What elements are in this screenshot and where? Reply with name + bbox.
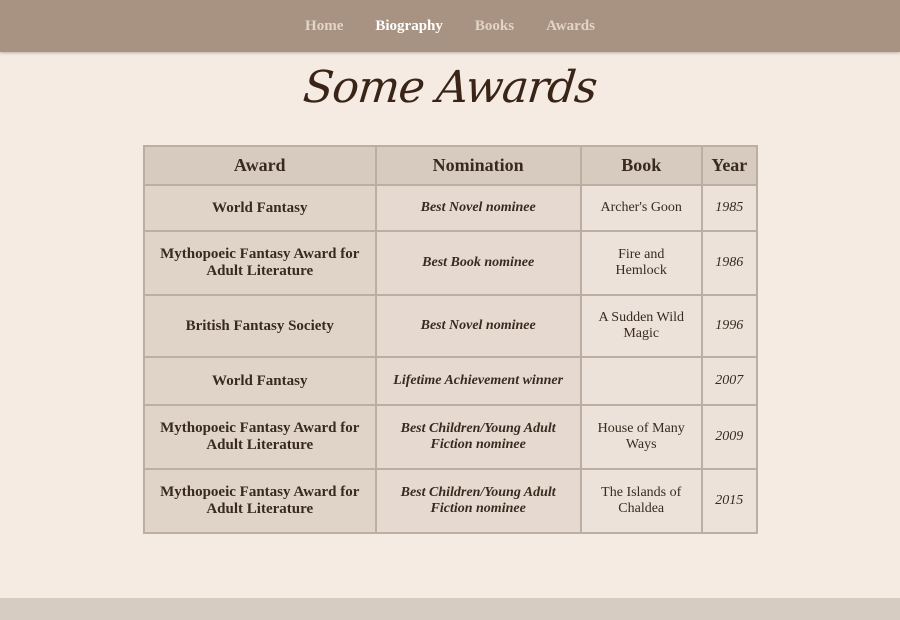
award-cell: Mythopoeic Fantasy Award for Adult Liter… xyxy=(144,231,376,295)
year-cell: 2009 xyxy=(701,405,757,469)
nav-link-biography[interactable]: Biography xyxy=(375,18,443,34)
year-cell: 1985 xyxy=(701,185,757,231)
nomination-cell: Best Children/Young Adult Fiction nomine… xyxy=(375,405,581,469)
nav-link-home[interactable]: Home xyxy=(305,18,343,34)
year-cell: 1986 xyxy=(701,231,757,295)
table-row: World Fantasy Lifetime Achievement winne… xyxy=(144,357,757,405)
top-navbar: Home Biography Books Awards xyxy=(0,0,900,52)
nomination-cell: Best Book nominee xyxy=(375,231,581,295)
nav-link-awards[interactable]: Awards xyxy=(546,18,595,34)
footer-band xyxy=(0,598,900,620)
award-cell: British Fantasy Society xyxy=(144,295,376,357)
header-award: Award xyxy=(144,146,376,185)
book-cell: A Sudden Wild Magic xyxy=(580,295,702,357)
header-year: Year xyxy=(701,146,757,185)
award-cell: World Fantasy xyxy=(144,357,376,405)
book-cell: Archer's Goon xyxy=(580,185,702,231)
nomination-cell: Best Children/Young Adult Fiction nomine… xyxy=(375,469,581,533)
nomination-cell: Best Novel nominee xyxy=(375,185,581,231)
table-row: British Fantasy Society Best Novel nomin… xyxy=(144,295,757,357)
table-row: Mythopoeic Fantasy Award for Adult Liter… xyxy=(144,231,757,295)
award-cell: World Fantasy xyxy=(144,185,376,231)
table-row: Mythopoeic Fantasy Award for Adult Liter… xyxy=(144,405,757,469)
header-book: Book xyxy=(580,146,702,185)
year-cell: 2015 xyxy=(701,469,757,533)
book-cell: Fire and Hemlock xyxy=(580,231,702,295)
awards-table: Award Nomination Book Year World Fantasy… xyxy=(143,145,758,534)
year-cell: 1996 xyxy=(701,295,757,357)
nomination-cell: Lifetime Achievement winner xyxy=(375,357,581,405)
book-cell xyxy=(580,357,702,405)
book-cell: House of Many Ways xyxy=(580,405,702,469)
nomination-cell: Best Novel nominee xyxy=(375,295,581,357)
page-title: Some Awards xyxy=(300,62,600,113)
header-nomination: Nomination xyxy=(375,146,581,185)
table-header-row: Award Nomination Book Year xyxy=(144,146,757,185)
book-cell: The Islands of Chaldea xyxy=(580,469,702,533)
table-row: Mythopoeic Fantasy Award for Adult Liter… xyxy=(144,469,757,533)
award-cell: Mythopoeic Fantasy Award for Adult Liter… xyxy=(144,469,376,533)
award-cell: Mythopoeic Fantasy Award for Adult Liter… xyxy=(144,405,376,469)
year-cell: 2007 xyxy=(701,357,757,405)
table-row: World Fantasy Best Novel nominee Archer'… xyxy=(144,185,757,231)
nav-link-books[interactable]: Books xyxy=(475,18,514,34)
